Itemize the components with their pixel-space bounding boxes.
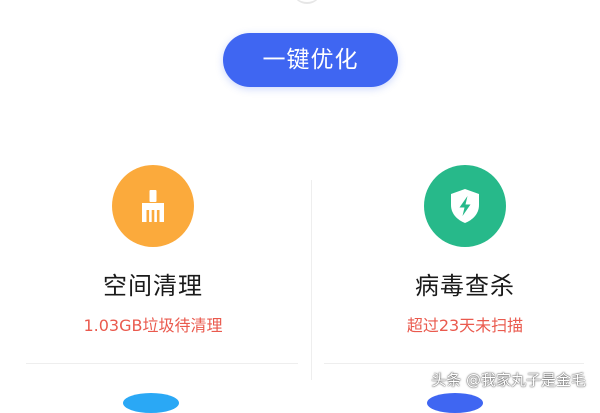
space-clean-title: 空间清理: [103, 272, 203, 300]
one-click-optimize-button[interactable]: 一键优化: [223, 33, 398, 87]
antivirus-tile[interactable]: 病毒查杀 超过23天未扫描: [355, 165, 575, 336]
watermark: 头条 @我家丸子是金毛: [431, 371, 586, 389]
shield-bolt-icon: [451, 189, 479, 223]
column-divider: [311, 180, 312, 380]
next-row-icon-left[interactable]: [123, 393, 179, 413]
space-clean-subtitle: 1.03GB垃圾待清理: [83, 316, 223, 335]
top-decoration-arc: [292, 0, 322, 4]
antivirus-icon-badge: [424, 165, 506, 247]
row-divider-right: [324, 363, 584, 364]
space-clean-icon-badge: [112, 165, 194, 247]
antivirus-subtitle: 超过23天未扫描: [406, 316, 524, 335]
broom-icon: [142, 190, 164, 222]
row-divider-left: [26, 363, 298, 364]
next-row-icon-right[interactable]: [427, 393, 483, 413]
antivirus-title: 病毒查杀: [415, 272, 515, 300]
space-clean-tile[interactable]: 空间清理 1.03GB垃圾待清理: [43, 165, 263, 336]
